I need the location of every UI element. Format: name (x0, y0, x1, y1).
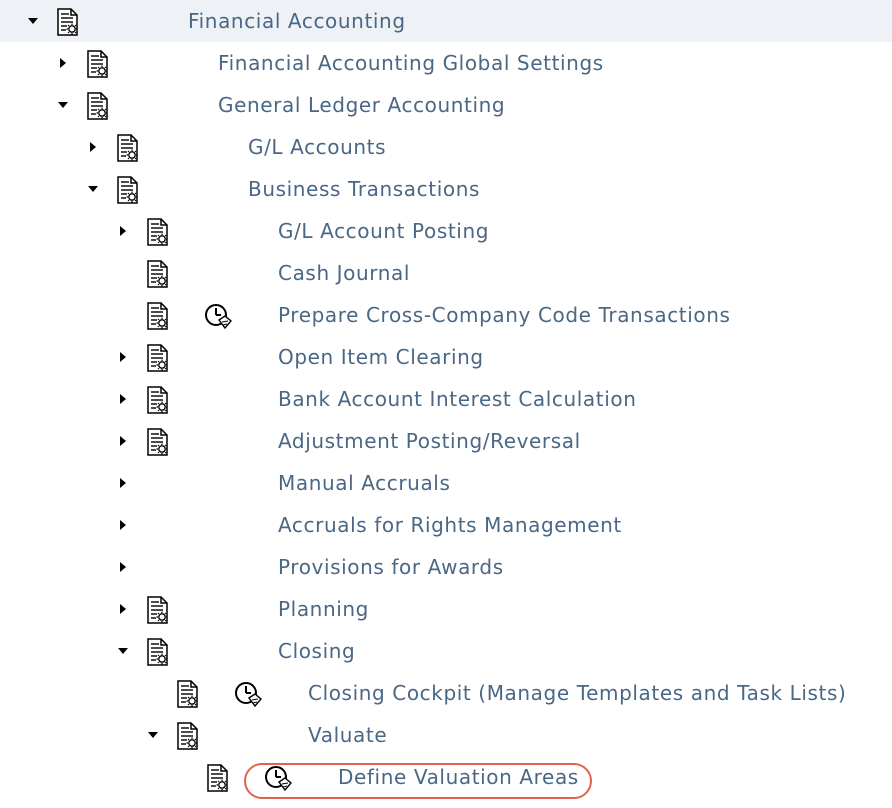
tree-node-valuate[interactable]: Valuate (0, 714, 892, 756)
expand-toggle-icon[interactable] (116, 601, 130, 617)
documentation-icon[interactable] (85, 50, 111, 78)
tree-node-bank-interest[interactable]: Bank Account Interest Calculation (0, 378, 892, 420)
documentation-icon[interactable] (115, 176, 141, 204)
node-label[interactable]: Business Transactions (248, 168, 480, 210)
tree-node-provisions-awards[interactable]: Provisions for Awards (0, 546, 892, 588)
node-label[interactable]: Closing Cockpit (Manage Templates and Ta… (308, 672, 846, 714)
documentation-icon[interactable] (205, 764, 231, 792)
tree-node-closing-cockpit[interactable]: Closing Cockpit (Manage Templates and Ta… (0, 672, 892, 714)
node-label[interactable]: G/L Accounts (248, 126, 386, 168)
node-label[interactable]: Bank Account Interest Calculation (278, 378, 637, 420)
tree-node-fa-global-settings[interactable]: Financial Accounting Global Settings (0, 42, 892, 84)
expand-toggle-icon[interactable] (86, 139, 100, 155)
tree-node-gl-accounts[interactable]: G/L Accounts (0, 126, 892, 168)
tree-node-accruals-rights[interactable]: Accruals for Rights Management (0, 504, 892, 546)
documentation-icon[interactable] (145, 386, 171, 414)
node-label[interactable]: Provisions for Awards (278, 546, 504, 588)
annotation-highlight-outline (244, 763, 592, 799)
tree-node-adjustment-posting[interactable]: Adjustment Posting/Reversal (0, 420, 892, 462)
expand-toggle-icon[interactable] (116, 475, 130, 491)
node-label[interactable]: General Ledger Accounting (218, 84, 505, 126)
documentation-icon[interactable] (175, 722, 201, 750)
collapse-toggle-icon[interactable] (146, 727, 160, 743)
documentation-icon[interactable] (145, 344, 171, 372)
expand-toggle-icon[interactable] (26, 13, 40, 29)
node-label[interactable]: Manual Accruals (278, 462, 451, 504)
tree-node-gl-account-posting[interactable]: G/L Account Posting (0, 210, 892, 252)
documentation-icon[interactable] (55, 8, 81, 36)
documentation-icon[interactable] (175, 680, 201, 708)
expand-toggle-icon[interactable] (116, 517, 130, 533)
documentation-icon[interactable] (145, 638, 171, 666)
node-label[interactable]: Valuate (308, 714, 387, 756)
tree-node-business-transactions[interactable]: Business Transactions (0, 168, 892, 210)
tree-node-open-item-clearing[interactable]: Open Item Clearing (0, 336, 892, 378)
node-label[interactable]: Financial Accounting (188, 0, 406, 42)
tree-node-cross-company[interactable]: Prepare Cross-Company Code Transactions (0, 294, 892, 336)
tree-node-financial-accounting[interactable]: Financial Accounting (0, 0, 892, 42)
documentation-icon[interactable] (145, 428, 171, 456)
node-label[interactable]: Adjustment Posting/Reversal (278, 420, 581, 462)
collapse-toggle-icon[interactable] (86, 181, 100, 197)
documentation-icon[interactable] (145, 218, 171, 246)
expand-toggle-icon[interactable] (116, 223, 130, 239)
node-label[interactable]: Prepare Cross-Company Code Transactions (278, 294, 731, 336)
node-label[interactable]: Cash Journal (278, 252, 410, 294)
expand-toggle-icon[interactable] (116, 391, 130, 407)
collapse-toggle-icon[interactable] (116, 643, 130, 659)
tree-node-cash-journal[interactable]: Cash Journal (0, 252, 892, 294)
node-label[interactable]: Planning (278, 588, 369, 630)
node-label[interactable]: G/L Account Posting (278, 210, 489, 252)
documentation-icon[interactable] (145, 302, 171, 330)
documentation-icon[interactable] (145, 260, 171, 288)
tree-node-manual-accruals[interactable]: Manual Accruals (0, 462, 892, 504)
tree-node-planning[interactable]: Planning (0, 588, 892, 630)
expand-toggle-icon[interactable] (56, 55, 70, 71)
node-label[interactable]: Accruals for Rights Management (278, 504, 622, 546)
documentation-icon[interactable] (85, 92, 111, 120)
node-label[interactable]: Financial Accounting Global Settings (218, 42, 604, 84)
clock-execute-icon[interactable] (233, 680, 263, 708)
node-label[interactable]: Open Item Clearing (278, 336, 484, 378)
documentation-icon[interactable] (115, 134, 141, 162)
tree-node-closing[interactable]: Closing (0, 630, 892, 672)
expand-toggle-icon[interactable] (116, 559, 130, 575)
expand-toggle-icon[interactable] (116, 433, 130, 449)
collapse-toggle-icon[interactable] (56, 97, 70, 113)
node-label[interactable]: Closing (278, 630, 355, 672)
documentation-icon[interactable] (145, 596, 171, 624)
tree-node-gl-accounting[interactable]: General Ledger Accounting (0, 84, 892, 126)
clock-execute-icon[interactable] (203, 302, 233, 330)
expand-toggle-icon[interactable] (116, 349, 130, 365)
img-tree: Financial Accounting Financial Accountin… (0, 0, 892, 808)
